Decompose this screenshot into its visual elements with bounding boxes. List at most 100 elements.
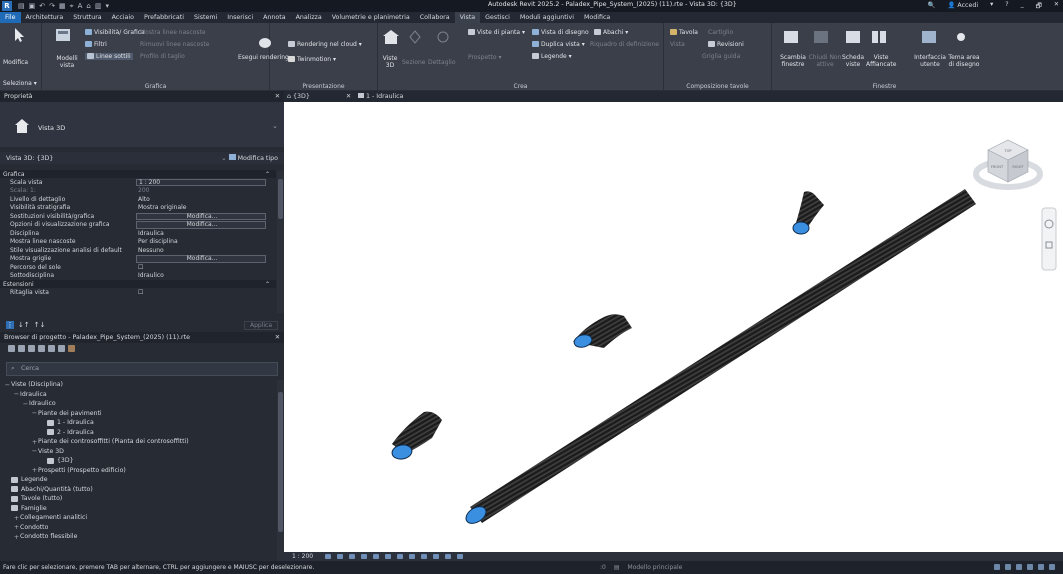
section-grafica[interactable]: Grafica ⌃	[0, 170, 276, 178]
cursor-icon[interactable]	[10, 27, 28, 43]
select-links-icon[interactable]	[994, 564, 1000, 570]
revisioni-button[interactable]: Revisioni	[708, 41, 744, 48]
view-tab-3d[interactable]: ⌂ {3D} ✕	[287, 91, 351, 102]
close-tab-icon[interactable]: ✕	[346, 93, 351, 100]
property-value[interactable]: Mostra originale	[136, 204, 276, 211]
expand-icon[interactable]: +	[13, 514, 20, 522]
collapse-icon[interactable]: −	[13, 390, 20, 398]
cartiglio-button[interactable]: Cartiglio	[708, 29, 733, 36]
tree-item[interactable]: + Prospetti (Prospetto edificio)	[0, 466, 276, 476]
viewcube-front[interactable]: FRONT	[991, 165, 1004, 169]
close-icon[interactable]: ✕	[275, 93, 280, 100]
properties-scrollbar[interactable]	[277, 171, 284, 313]
ribbon-tab-moduli-aggiuntivi[interactable]: Moduli aggiuntivi	[515, 12, 579, 23]
tree-item[interactable]: − Idraulico	[0, 399, 276, 409]
canvas-theme-icon[interactable]	[952, 29, 970, 45]
close-button[interactable]: ✕	[1054, 1, 1059, 12]
expand-icon[interactable]: +	[13, 523, 20, 531]
property-value[interactable]: ☐	[136, 264, 276, 271]
families-icon[interactable]	[48, 345, 55, 352]
ribbon-tab-inserisci[interactable]: Inserisci	[222, 12, 258, 23]
select-by-face-icon[interactable]	[1027, 564, 1033, 570]
expand-icon[interactable]: +	[31, 438, 38, 446]
revit-logo[interactable]: R	[2, 1, 12, 11]
interfaccia-utente-button[interactable]: Interfaccia utente	[914, 54, 946, 68]
prospetto-button[interactable]: Prospetto ▾	[468, 54, 501, 61]
user-interface-icon[interactable]	[920, 29, 938, 45]
ribbon-tab-collabora[interactable]: Collabora	[415, 12, 455, 23]
cart-icon[interactable]: ▾	[990, 1, 993, 12]
teapot-icon[interactable]	[256, 33, 274, 49]
browser-scrollbar[interactable]	[277, 380, 284, 562]
visual-style-icon[interactable]	[337, 554, 344, 559]
expand-icon[interactable]: +	[31, 466, 38, 474]
mostra-linee-nascoste-button[interactable]: Mostra linee nascoste	[140, 29, 206, 36]
vista-di-disegno-button[interactable]: Vista di disegno	[532, 29, 589, 36]
lock-view-icon[interactable]	[409, 554, 416, 559]
3d-view-icon[interactable]: ⌂	[86, 2, 90, 11]
property-value[interactable]: Idraulico	[136, 272, 276, 279]
twinmotion-button[interactable]: Twinmotion ▾	[288, 56, 336, 63]
scheda-viste-button[interactable]: Scheda viste	[842, 54, 864, 68]
property-value[interactable]: 1 : 200	[136, 178, 266, 186]
analytical-model-icon[interactable]	[457, 554, 464, 559]
viewcube-top[interactable]: TOP	[1003, 149, 1012, 153]
visibilita-grafica-button[interactable]: Visibilità/ Grafica	[85, 29, 145, 36]
save-icon[interactable]: ▣	[29, 2, 36, 11]
collapse-icon[interactable]: −	[31, 409, 38, 417]
minimize-button[interactable]: _	[1021, 1, 1024, 12]
undo-icon[interactable]: ↶	[39, 2, 45, 11]
view-tab-idraulica[interactable]: 1 - Idraulica	[358, 91, 403, 102]
tree-item[interactable]: + Collegamenti analitici	[0, 513, 276, 523]
tree-item[interactable]: − Viste (Disciplina)	[0, 380, 276, 390]
edit-button[interactable]: Modifica...	[136, 221, 266, 229]
modelli-vista-button[interactable]: Modelli vista	[52, 55, 82, 69]
workset-indicator[interactable]: :0	[600, 564, 606, 571]
categorized-icon[interactable]: ⋮	[6, 321, 14, 329]
shadows-icon[interactable]	[361, 554, 368, 559]
tree-item[interactable]: 2 - Idraulica	[0, 428, 276, 438]
view-templates-icon[interactable]	[54, 27, 72, 43]
sezione-button[interactable]: Sezione	[402, 59, 425, 66]
property-value[interactable]: Per disciplina	[136, 238, 276, 245]
collapse-icon[interactable]: −	[4, 381, 11, 389]
property-value[interactable]: Alto	[136, 196, 276, 203]
edit-button[interactable]: Modifica...	[136, 212, 266, 220]
apply-button[interactable]: Applica	[243, 320, 278, 330]
tree-item[interactable]: Famiglie	[0, 504, 276, 514]
corrugated-pipe[interactable]	[463, 189, 976, 527]
filtri-button[interactable]: Filtri	[85, 41, 107, 48]
tema-area-button[interactable]: Tema area di disegno	[946, 54, 982, 68]
callout-icon[interactable]	[434, 29, 452, 45]
tree-item[interactable]: Tavole (tutto)	[0, 494, 276, 504]
drawing-canvas[interactable]: TOP FRONT RIGHT	[284, 102, 1063, 552]
viste-di-pianta-button[interactable]: Viste di pianta ▾	[468, 29, 525, 36]
ribbon-tab-annota[interactable]: Annota	[258, 12, 290, 23]
tree-item[interactable]: Legende	[0, 475, 276, 485]
select-pinned-icon[interactable]	[1016, 564, 1022, 570]
select-dropdown[interactable]: Seleziona ▾	[3, 80, 37, 87]
ribbon-tab-sistemi[interactable]: Sistemi	[189, 12, 222, 23]
reveal-hidden-icon[interactable]	[433, 554, 440, 559]
ribbon-tab-volumetrie-e-planimetria[interactable]: Volumetrie e planimetria	[327, 12, 415, 23]
open-icon[interactable]: ▤	[18, 2, 25, 11]
collapse-icon[interactable]: −	[22, 400, 29, 408]
type-selector[interactable]: Vista 3D ⌄	[0, 102, 284, 147]
viewcube[interactable]: TOP FRONT RIGHT	[973, 139, 1043, 190]
crop-view-icon[interactable]	[385, 554, 392, 559]
linee-sottili-button[interactable]: Linee sottili	[85, 53, 133, 60]
design-option-icon[interactable]: ▤	[614, 564, 620, 571]
sun-path-icon[interactable]	[349, 554, 356, 559]
organize-icon[interactable]	[8, 345, 15, 352]
ribbon-tab-gestisci[interactable]: Gestisci	[480, 12, 515, 23]
filter-icon[interactable]	[18, 345, 25, 352]
rimuovi-linee-nascoste-button[interactable]: Rimuovi linee nascoste	[140, 41, 209, 48]
search-input[interactable]: ⌕ Cerca	[6, 362, 278, 376]
tree-item[interactable]: Abachi/Quantità (tutto)	[0, 485, 276, 495]
drag-elements-icon[interactable]	[1038, 564, 1044, 570]
tree-item[interactable]: − Idraulica	[0, 390, 276, 400]
profilo-taglio-button[interactable]: Profilo di taglio	[140, 53, 185, 60]
scambia-finestre-button[interactable]: Scambia finestre	[778, 54, 808, 68]
abachi-button[interactable]: Abachi ▾	[594, 29, 628, 36]
ribbon-tab-struttura[interactable]: Struttura	[68, 12, 106, 23]
